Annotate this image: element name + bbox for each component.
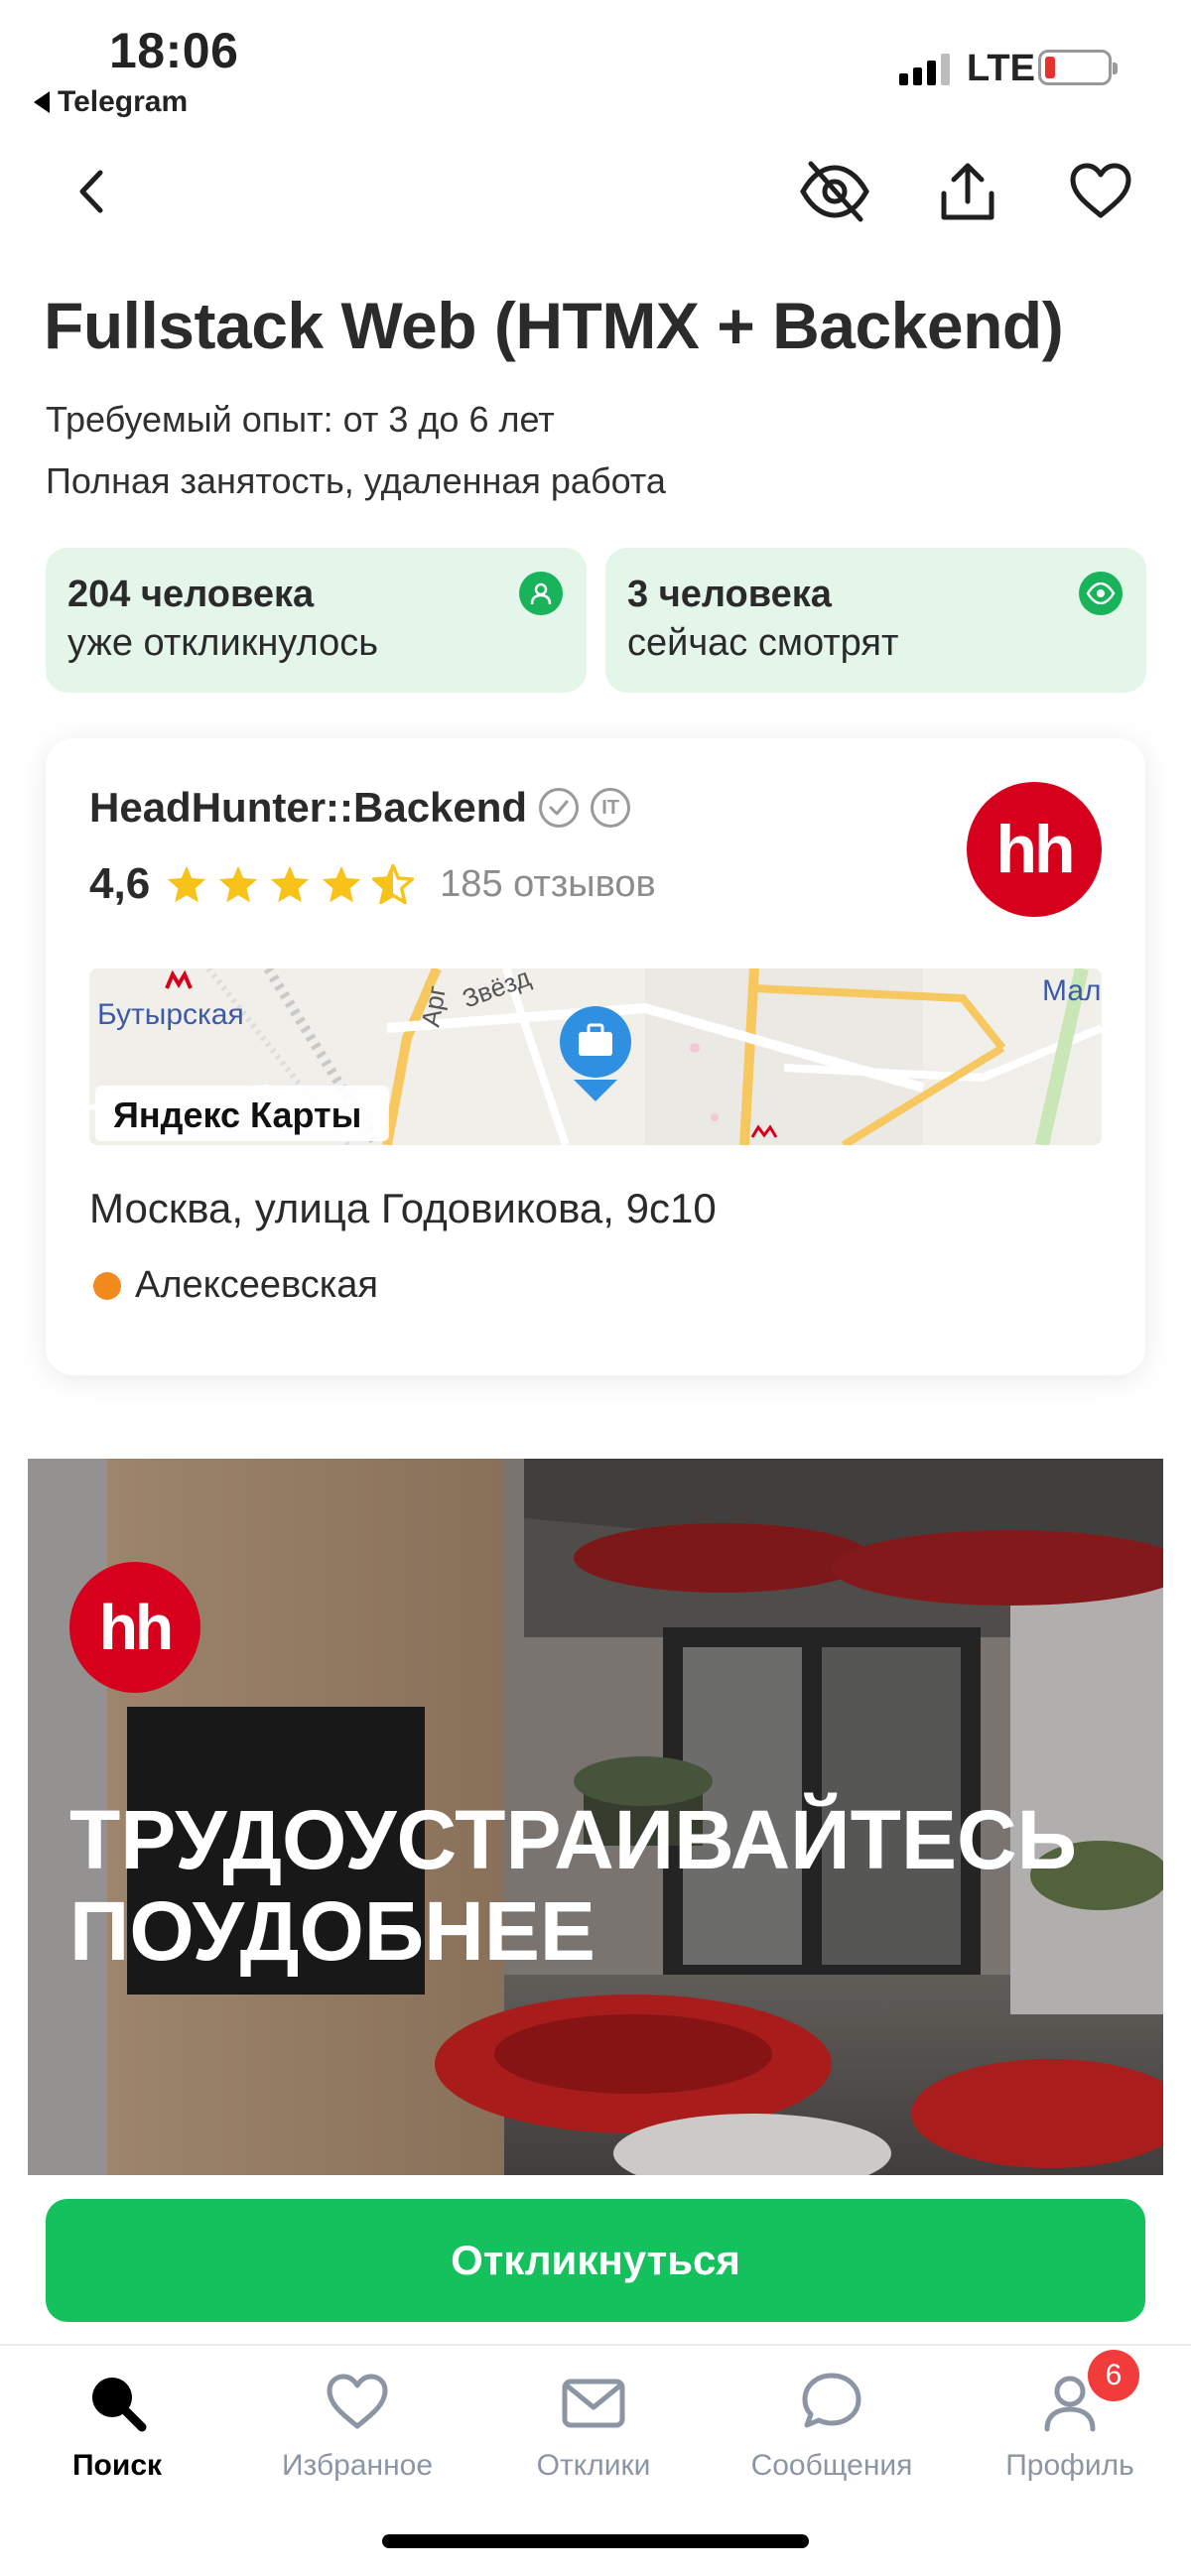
viewers-caption: сейчас смотрят [627,622,899,664]
viewers-count: 3 человека [627,574,832,615]
chat-icon [802,2373,861,2428]
share-icon [941,163,994,220]
employment-text: Полная занятость, удаленная работа [46,460,666,501]
responses-count-card: 204 человека уже откликнулось [46,548,587,693]
banner-headline-line2: ПОУДОБНЕЕ [69,1884,596,1979]
company-card[interactable]: HeadHunter::Backend IT 4,6 185 отзывов h… [46,738,1145,1375]
company-name-row[interactable]: HeadHunter::Backend IT [89,784,631,832]
responses-count: 204 человека [67,574,315,615]
map-label-station-right: Мал [1042,974,1102,1007]
tab-search-label: Поиск [71,2449,163,2482]
company-map[interactable]: Бутырская Звёзд Арг Мал Яндекс Карты [89,968,1102,1145]
favorite-button[interactable] [1056,147,1145,236]
eye-off-icon [800,161,869,222]
metro-station: Алексеевская [93,1264,378,1307]
tab-search[interactable]: Поиск [8,2370,226,2483]
map-provider-logo: Яндекс Карты [113,1095,361,1135]
signal-strength-icon [899,52,950,85]
metro-line-dot-icon [93,1271,121,1300]
tab-favorites[interactable]: Избранное [248,2370,466,2483]
banner-headline-line1: ТРУДОУСТРАИВАЙТЕСЬ [69,1793,1078,1886]
company-name: HeadHunter::Backend [89,784,528,831]
experience-text: Требуемый опыт: от 3 до 6 лет [46,399,555,440]
back-app-label: Telegram [58,85,189,118]
search-icon [92,2378,147,2432]
star-half-icon [372,864,415,904]
viewers-count-card: 3 человека сейчас смотрят [605,548,1146,693]
company-logo: hh [967,782,1102,917]
tab-responses-label: Отклики [536,2449,651,2482]
banner-headline: ТРУДОУСТРАИВАЙТЕСЬ ПОУДОБНЕЕ [69,1794,1077,1978]
mail-icon [562,2379,625,2428]
heart-icon [327,2374,388,2429]
chevron-left-icon [79,170,103,213]
map-label-butyrskaya: Бутырская [97,998,244,1031]
back-triangle-icon [34,91,50,113]
star-icon [323,865,361,903]
company-address[interactable]: Москва, улица Годовикова, 9с10 [89,1185,717,1232]
tab-messages-label: Сообщения [750,2449,913,2482]
back-to-app-link[interactable]: Telegram [34,85,188,119]
back-button[interactable] [46,147,135,236]
map-image: Бутырская Звёзд Арг Мал Яндекс Карты [89,968,1102,1145]
tab-profile-label: Профиль [1005,2449,1134,2482]
hide-vacancy-button[interactable] [790,147,879,236]
home-indicator[interactable] [382,2534,809,2548]
reviews-link[interactable]: 185 отзывов [440,863,655,906]
company-rating[interactable]: 4,6 185 отзывов [89,859,656,909]
respond-button[interactable]: Откликнуться [46,2199,1145,2322]
star-icon [271,865,310,903]
verified-check-icon [539,788,580,828]
star-icon [168,865,206,903]
status-time: 18:06 [109,23,239,78]
battery-icon [1038,50,1118,85]
tab-messages[interactable]: Сообщения [723,2370,941,2483]
metro-station-name: Алексеевская [135,1264,378,1306]
share-button[interactable] [923,147,1012,236]
eye-icon [1079,572,1123,615]
promo-banner[interactable]: hh ТРУДОУСТРАИВАЙТЕСЬ ПОУДОБНЕЕ [28,1459,1163,2175]
network-type: LTE [967,48,1035,89]
tab-responses[interactable]: Отклики [484,2370,703,2483]
profile-notification-badge: 6 [1088,2350,1139,2401]
tab-favorites-label: Избранное [281,2449,434,2482]
tab-profile[interactable]: Профиль [961,2370,1179,2483]
rating-value: 4,6 [89,859,151,908]
vacancy-title: Fullstack Web (HTMX + Backend) [44,289,1064,362]
responses-caption: уже откликнулось [67,622,378,664]
banner-logo: hh [69,1562,200,1693]
it-company-badge-icon: IT [591,788,631,828]
heart-icon [1070,163,1131,218]
person-icon [519,572,563,615]
star-icon [219,865,258,903]
